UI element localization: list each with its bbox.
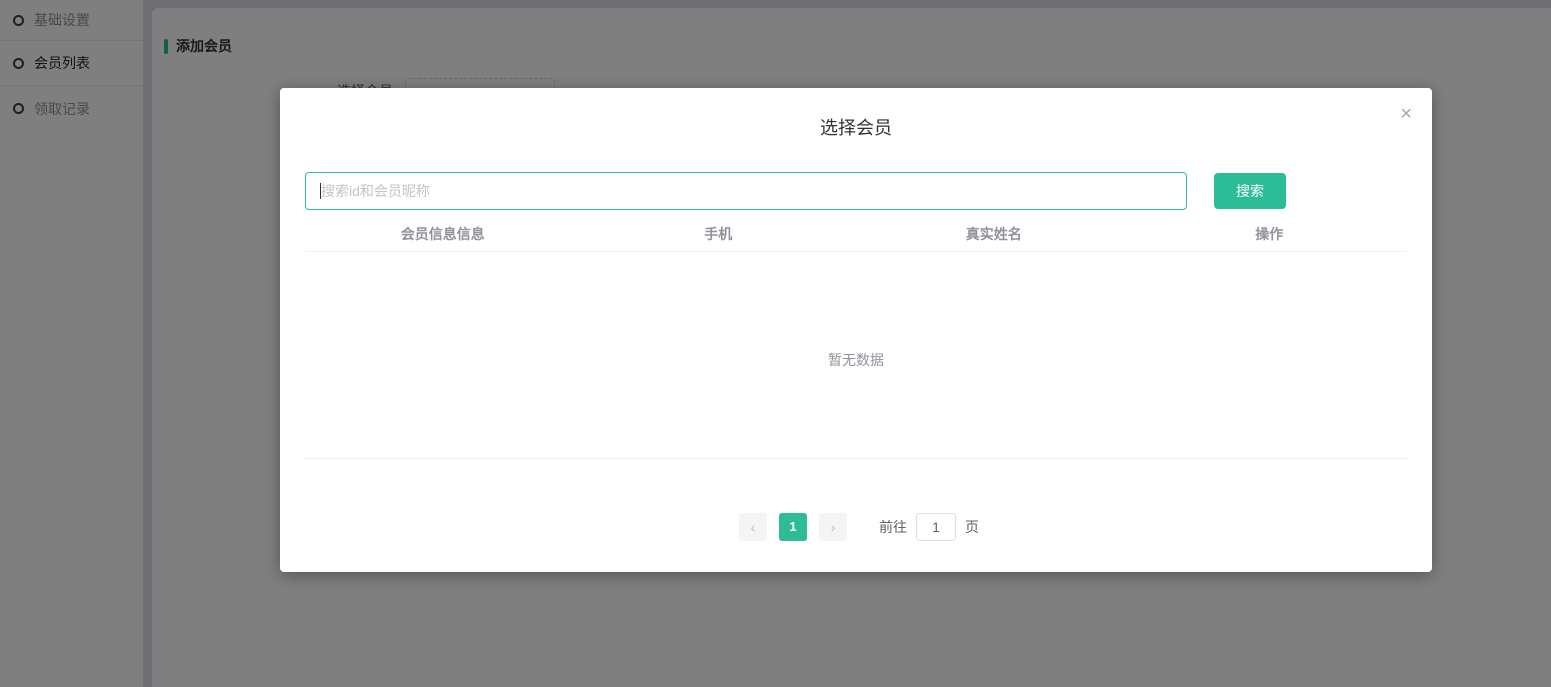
page-number-button[interactable]: 1 [779, 513, 807, 541]
dialog-title: 选择会员 [820, 118, 892, 138]
column-header-actions: 操作 [1255, 226, 1284, 242]
column-header-member-info: 会员信息信息 [400, 226, 485, 242]
close-icon[interactable]: × [1400, 104, 1412, 124]
empty-state-text: 暂无数据 [828, 352, 884, 368]
chevron-left-icon: ‹ [750, 519, 756, 535]
column-header-real-name: 真实姓名 [965, 226, 1022, 242]
column-header-phone: 手机 [704, 226, 733, 242]
goto-page-input[interactable] [916, 513, 956, 541]
page-unit-label: 页 [965, 519, 979, 535]
pagination: ‹ 1 › 前往 页 [280, 513, 1432, 541]
search-button[interactable]: 搜索 [1214, 173, 1286, 209]
goto-label: 前往 [879, 519, 907, 535]
chevron-right-icon: › [830, 519, 836, 535]
next-page-button[interactable]: › [819, 513, 847, 541]
search-input-wrap [305, 172, 1187, 210]
table-header-row: 会员信息信息 手机 真实姓名 操作 [305, 222, 1407, 252]
search-input[interactable] [305, 172, 1187, 210]
select-member-dialog: 选择会员 × 搜索 会员信息信息 手机 真实姓名 操作 暂无数据 ‹ 1 › 前… [280, 88, 1432, 572]
table-body: 暂无数据 [305, 253, 1407, 459]
text-caret [320, 183, 321, 199]
prev-page-button[interactable]: ‹ [739, 513, 767, 541]
